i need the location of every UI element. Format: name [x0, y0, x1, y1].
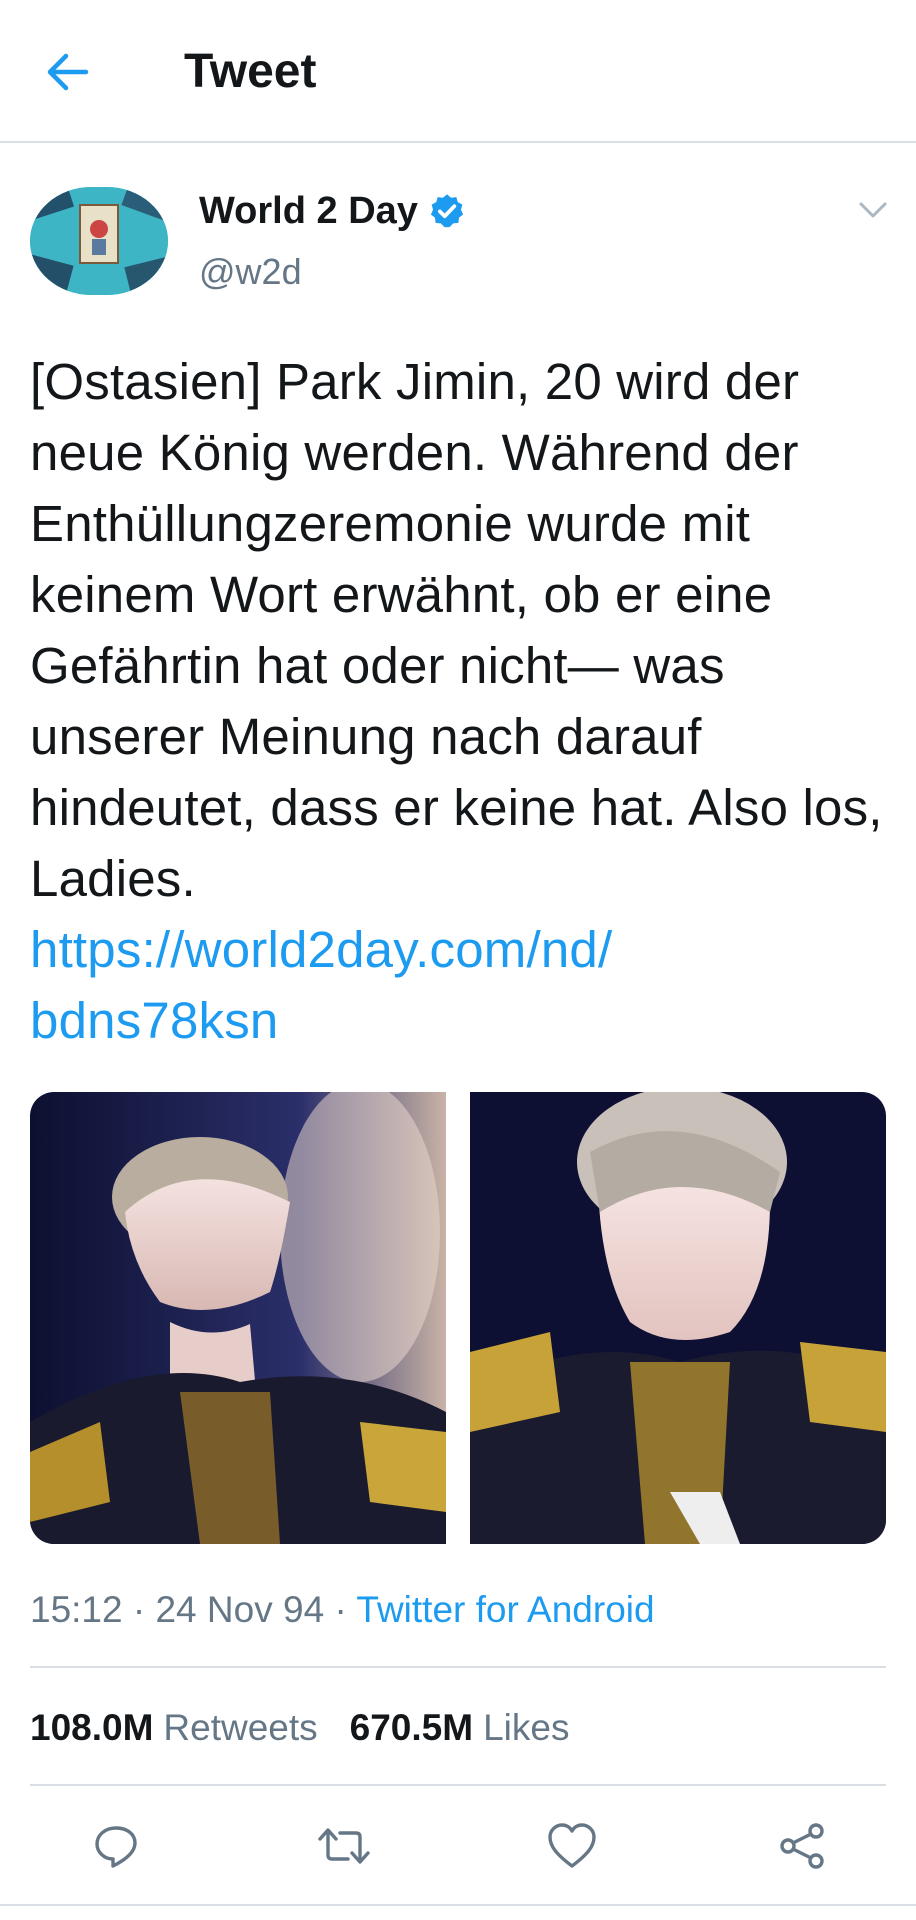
tweet-date: 24 Nov 94 — [155, 1589, 325, 1630]
likes-stat[interactable]: 670.5M Likes — [350, 1706, 570, 1750]
meta-separator: · — [132, 1589, 146, 1630]
author-handle: @w2d — [199, 251, 302, 292]
meta-separator: · — [334, 1589, 347, 1630]
photo-illustration — [30, 1092, 446, 1544]
author-name: World 2 Day — [199, 190, 418, 232]
retweets-stat[interactable]: 108.0M Retweets — [30, 1706, 318, 1750]
back-button[interactable] — [42, 46, 94, 98]
tweet-text: [Ostasien] Park Jimin, 20 wird der neue … — [30, 353, 883, 907]
retweets-count: 108.0M — [30, 1707, 154, 1748]
tweet-link-part-1[interactable]: https://world2day.com/nd/ — [30, 921, 612, 978]
likes-count: 670.5M — [349, 1707, 474, 1748]
retweets-label: Retweets — [163, 1707, 318, 1748]
media-photo-1[interactable] — [30, 1092, 446, 1544]
page-title: Tweet — [184, 45, 317, 98]
retweet-button[interactable] — [314, 1816, 374, 1876]
media-photo-2[interactable] — [470, 1092, 886, 1544]
tweet-time: 15:12 — [30, 1589, 123, 1630]
top-bar: Tweet — [0, 0, 916, 143]
verified-badge-icon — [430, 194, 464, 228]
photo-illustration — [470, 1092, 886, 1544]
author-name-row[interactable]: World 2 Day — [199, 189, 466, 233]
arrow-left-icon — [47, 53, 89, 91]
share-button[interactable] — [772, 1816, 832, 1876]
divider — [30, 1666, 886, 1668]
tweet-meta: 15:12 · 24 Nov 94 · Twitter for Android — [30, 1588, 655, 1632]
tweet-source-link[interactable]: Twitter for Android — [356, 1589, 654, 1630]
share-icon — [780, 1823, 824, 1869]
action-bar — [0, 1790, 916, 1900]
like-icon — [548, 1823, 596, 1868]
media-gallery — [30, 1092, 886, 1544]
like-button[interactable] — [542, 1816, 602, 1876]
tweet-link-part-2[interactable]: bdns78ksn — [30, 992, 278, 1049]
reply-icon — [95, 1826, 137, 1868]
divider — [30, 1784, 886, 1786]
avatar[interactable] — [30, 187, 168, 295]
tweet-body: [Ostasien] Park Jimin, 20 wird der neue … — [30, 346, 890, 1056]
likes-label: Likes — [483, 1707, 570, 1748]
reply-button[interactable] — [86, 1816, 146, 1876]
avatar-image — [30, 187, 168, 295]
tweet-stats: 108.0M Retweets 670.5M Likes — [30, 1706, 601, 1750]
chevron-down-icon[interactable] — [855, 192, 891, 228]
divider — [0, 1904, 916, 1906]
retweet-icon — [318, 1828, 370, 1864]
